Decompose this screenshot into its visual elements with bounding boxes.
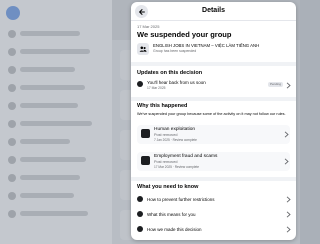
- update-date: 17 Mar 2025: [147, 86, 166, 90]
- back-button[interactable]: [135, 5, 148, 18]
- post-icon: [141, 156, 150, 165]
- background-row: [20, 85, 85, 90]
- chevron-right-icon: [284, 158, 289, 165]
- dialog-header: Details: [131, 2, 296, 21]
- background-dot: [8, 102, 16, 110]
- background-row: [20, 103, 78, 108]
- background-row: [20, 31, 80, 36]
- arrow-left-icon: [138, 8, 145, 15]
- know-item-what-this-means[interactable]: What this means for you: [137, 209, 292, 219]
- group-icon: [137, 43, 149, 55]
- background-dot: [8, 156, 16, 164]
- chevron-right-icon: [286, 210, 291, 218]
- know-section-title: What you need to know: [137, 184, 199, 190]
- info-icon: [137, 226, 143, 232]
- update-item[interactable]: You'll hear back from us soon 17 Mar 202…: [137, 80, 292, 94]
- dialog-title: Details: [202, 7, 225, 14]
- background-dot: [8, 84, 16, 92]
- info-icon: [137, 196, 143, 202]
- background-row: [20, 175, 80, 180]
- background-dot: [8, 192, 16, 200]
- section-divider: [131, 177, 296, 181]
- background-row: [20, 121, 92, 126]
- why-description: We've suspended your group because some …: [137, 112, 286, 116]
- background-sidebar: [0, 0, 112, 244]
- background-row: [20, 67, 75, 72]
- group-status: Group has been suspended: [153, 49, 197, 53]
- background-dot: [8, 210, 16, 218]
- reason-status: Post removed: [154, 133, 178, 137]
- details-dialog: Details 17 Mar 2025 We suspended your gr…: [131, 2, 296, 240]
- chevron-right-icon: [286, 82, 291, 89]
- reason-item-employment-fraud[interactable]: Employment fraud and scams Post removed …: [137, 152, 290, 171]
- group-info: ENGLISH JOBS IN VIETNAM – VIỆC LÀM TIẾNG…: [137, 42, 289, 58]
- know-item-label: How we made this decision: [147, 226, 202, 232]
- know-item-label: What this means for you: [147, 211, 196, 217]
- reason-title: Employment fraud and scams: [154, 154, 218, 159]
- background-dot: [8, 174, 16, 182]
- page-heading: We suspended your group: [137, 30, 232, 39]
- decision-date: 17 Mar 2025: [137, 24, 160, 29]
- section-divider: [131, 97, 296, 101]
- background-dot: [8, 48, 16, 56]
- background-row: [20, 49, 90, 54]
- post-icon: [141, 129, 150, 138]
- section-divider: [131, 62, 296, 66]
- background-logo-icon: [6, 6, 20, 20]
- info-icon: [137, 211, 143, 217]
- group-name: ENGLISH JOBS IN VIETNAM – VIỆC LÀM TIẾNG…: [153, 43, 260, 48]
- reason-title: Human exploitation: [154, 127, 196, 132]
- background-row: [20, 211, 88, 216]
- background-dot: [8, 120, 16, 128]
- chevron-right-icon: [286, 195, 291, 203]
- why-section-title: Why this happened: [137, 103, 188, 109]
- background-row: [20, 139, 70, 144]
- background-dot: [8, 30, 16, 38]
- background-row: [20, 193, 74, 198]
- know-item-prevent-restrictions[interactable]: How to prevent further restrictions: [137, 194, 292, 204]
- background-dot: [8, 66, 16, 74]
- reason-date: 17 Mar 2025 · Review complete: [154, 165, 200, 169]
- chevron-right-icon: [286, 225, 291, 233]
- background-row: [20, 157, 86, 162]
- updates-section-title: Updates on this decision: [137, 70, 203, 76]
- know-item-how-we-decided[interactable]: How we made this decision: [137, 224, 292, 234]
- know-item-label: How to prevent further restrictions: [147, 196, 215, 202]
- background-dot: [8, 138, 16, 146]
- reason-item-human-exploitation[interactable]: Human exploitation Post removed 7 Jan 20…: [137, 125, 290, 144]
- reason-status: Post removed: [154, 160, 178, 164]
- clock-icon: [137, 81, 143, 87]
- people-icon: [139, 46, 147, 52]
- status-badge: Pending: [268, 82, 284, 87]
- reason-date: 7 Jan 2025 · Review complete: [154, 138, 197, 142]
- update-text: You'll hear back from us soon: [147, 80, 206, 85]
- chevron-right-icon: [284, 131, 289, 138]
